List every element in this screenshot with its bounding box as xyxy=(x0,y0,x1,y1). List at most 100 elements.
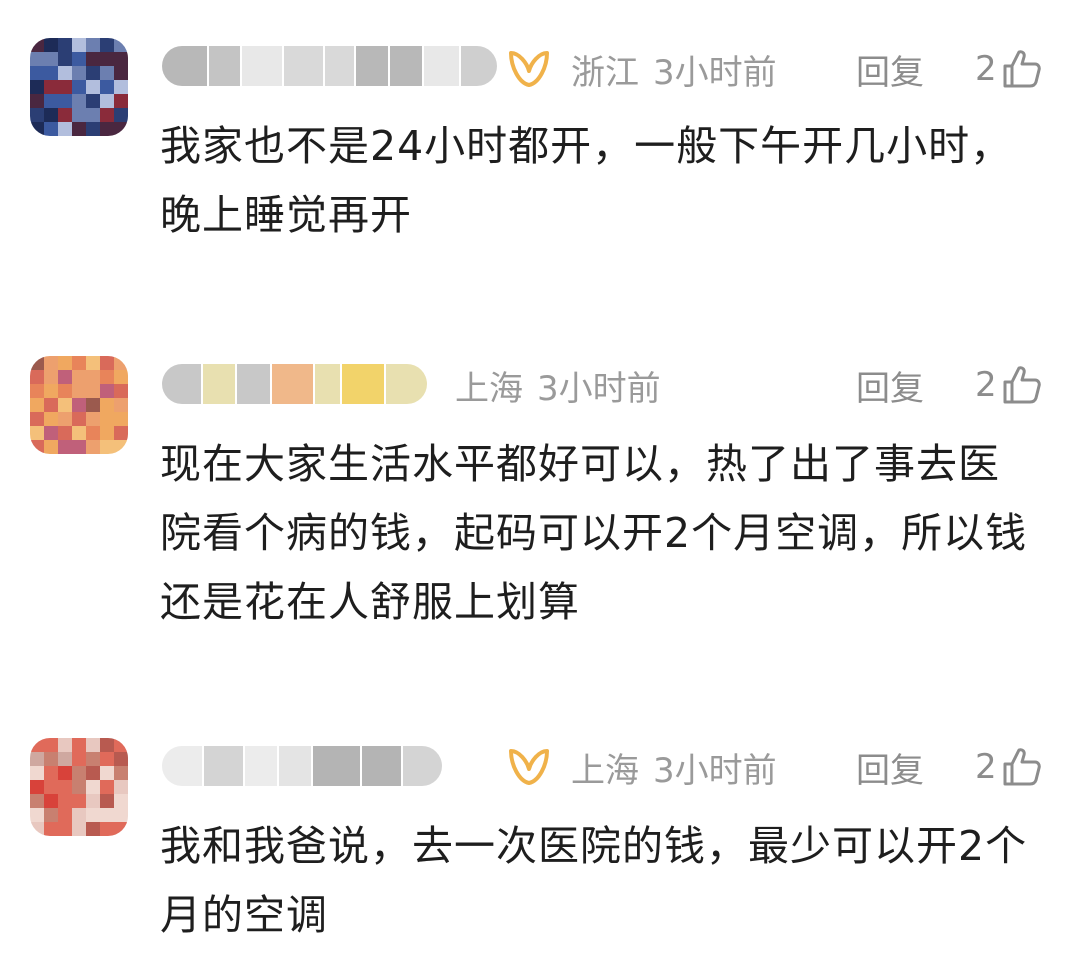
mosaic-cell xyxy=(402,746,442,786)
mosaic-cell xyxy=(72,738,86,752)
mosaic-cell xyxy=(100,94,114,108)
avatar[interactable] xyxy=(30,356,128,454)
mosaic-cell xyxy=(30,370,44,384)
mosaic-cell xyxy=(58,766,72,780)
comment-text: 现在大家生活水平都好可以，热了出了事去医院看个病的钱，起码可以开2个月空调，所以… xyxy=(160,440,1028,626)
mosaic-cell xyxy=(241,46,283,86)
mosaic-cell xyxy=(58,398,72,412)
mosaic-cell xyxy=(44,370,58,384)
mosaic-cell xyxy=(72,752,86,766)
mosaic-cell xyxy=(100,384,114,398)
location-label: 上海 xyxy=(571,750,639,791)
mosaic-cell xyxy=(30,808,44,822)
mosaic-cell xyxy=(58,822,72,836)
like-button[interactable]: 2 xyxy=(975,742,1043,792)
mosaic-cell xyxy=(86,66,100,80)
mosaic-cell xyxy=(86,412,100,426)
mosaic-cell xyxy=(44,356,58,370)
mosaic-cell xyxy=(44,108,58,122)
mosaic-cell xyxy=(44,808,58,822)
mosaic-cell xyxy=(100,370,114,384)
reply-button[interactable]: 回复 xyxy=(856,360,924,410)
mosaic-cell xyxy=(390,46,422,86)
mosaic-cell xyxy=(44,52,58,66)
mosaic-cell xyxy=(44,66,58,80)
mosaic-cell xyxy=(72,80,86,94)
mosaic-cell xyxy=(58,738,72,752)
mosaic-cell xyxy=(44,426,58,440)
mosaic-cell xyxy=(114,766,128,780)
mosaic-cell xyxy=(44,780,58,794)
mosaic-cell xyxy=(284,46,323,86)
mosaic-cell xyxy=(58,38,72,52)
thumbs-up-icon xyxy=(1003,748,1041,786)
mosaic-cell xyxy=(44,80,58,94)
mosaic-cell xyxy=(72,398,86,412)
timestamp: 3小时前 xyxy=(653,750,777,791)
mosaic-cell xyxy=(114,80,128,94)
vip-badge-icon xyxy=(509,51,549,87)
mosaic-cell xyxy=(72,356,86,370)
mosaic-cell xyxy=(44,752,58,766)
mosaic-cell xyxy=(86,94,100,108)
mosaic-cell xyxy=(86,52,100,66)
username-blurred[interactable] xyxy=(162,746,442,786)
mosaic-cell xyxy=(30,66,44,80)
mosaic-cell xyxy=(58,426,72,440)
mosaic-cell xyxy=(114,108,128,122)
mosaic-cell xyxy=(162,746,203,786)
mosaic-cell xyxy=(202,364,235,404)
mosaic-cell xyxy=(423,46,460,86)
mosaic-cell xyxy=(58,370,72,384)
mosaic-cell xyxy=(114,356,128,370)
mosaic-cell xyxy=(86,766,100,780)
mosaic-cell xyxy=(58,412,72,426)
like-count: 2 xyxy=(975,49,997,89)
reply-button[interactable]: 回复 xyxy=(856,742,924,792)
mosaic-cell xyxy=(114,122,128,136)
mosaic-cell xyxy=(100,398,114,412)
mosaic-cell xyxy=(272,364,314,404)
thumbs-up-icon xyxy=(1003,366,1041,404)
mosaic-cell xyxy=(279,746,311,786)
like-button[interactable]: 2 xyxy=(975,360,1043,410)
mosaic-cell xyxy=(58,80,72,94)
mosaic-cell xyxy=(44,766,58,780)
like-count: 2 xyxy=(975,365,997,405)
mosaic-cell xyxy=(244,746,278,786)
mosaic-cell xyxy=(58,780,72,794)
mosaic-cell xyxy=(100,808,114,822)
username-blurred[interactable] xyxy=(162,364,427,404)
mosaic-cell xyxy=(72,122,86,136)
avatar[interactable] xyxy=(30,738,128,836)
mosaic-cell xyxy=(44,38,58,52)
mosaic-cell xyxy=(100,780,114,794)
mosaic-cell xyxy=(72,822,86,836)
mosaic-cell xyxy=(58,108,72,122)
comment-meta: 上海 3小时前 xyxy=(455,360,661,410)
like-button[interactable]: 2 xyxy=(975,44,1043,94)
mosaic-cell xyxy=(30,398,44,412)
avatar[interactable] xyxy=(30,38,128,136)
mosaic-cell xyxy=(86,794,100,808)
mosaic-cell xyxy=(44,122,58,136)
mosaic-cell xyxy=(114,440,128,454)
mosaic-cell xyxy=(114,426,128,440)
mosaic-cell xyxy=(209,46,240,86)
mosaic-cell xyxy=(100,822,114,836)
mosaic-cell xyxy=(86,822,100,836)
mosaic-cell xyxy=(72,766,86,780)
mosaic-cell xyxy=(58,808,72,822)
mosaic-cell xyxy=(30,52,44,66)
mosaic-cell xyxy=(100,440,114,454)
reply-button[interactable]: 回复 xyxy=(856,44,924,94)
username-blurred[interactable] xyxy=(162,46,497,86)
mosaic-cell xyxy=(86,384,100,398)
timestamp: 3小时前 xyxy=(653,52,777,93)
mosaic-cell xyxy=(44,412,58,426)
mosaic-cell xyxy=(58,356,72,370)
mosaic-cell xyxy=(30,356,44,370)
mosaic-cell xyxy=(72,440,86,454)
mosaic-cell xyxy=(30,384,44,398)
mosaic-cell xyxy=(86,780,100,794)
